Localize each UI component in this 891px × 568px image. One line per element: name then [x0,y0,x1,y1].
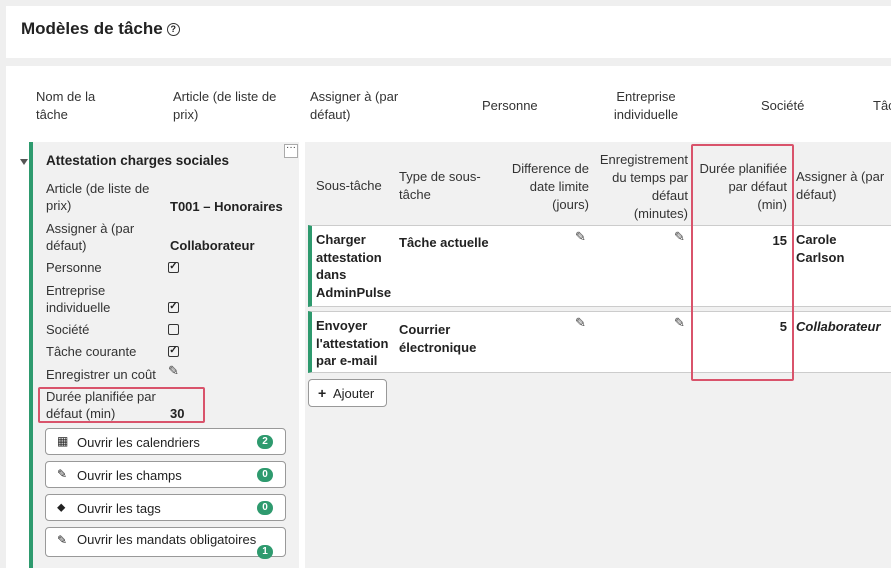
col-header-nom[interactable]: Nom de la tâche [36,88,116,124]
subtask-header-type: Type de sous-tâche [399,169,481,202]
courante-label: Tâche courante [46,344,137,359]
deadline-edit-pencil-icon[interactable]: ✎ [575,315,586,331]
col-header-tache[interactable]: Tâc [873,97,891,115]
fields-badge: 0 [257,468,273,482]
col-header-personne[interactable]: Personne [482,97,538,115]
courante-checkbox[interactable]: ✓ [168,346,179,357]
tags-icon: ⬥ [57,500,66,514]
subtask-assignee: Collaborateur [796,319,881,334]
subtask-header-assignee: Assigner à (par défaut) [796,169,885,202]
article-label: Article (de liste de prix) [46,181,150,213]
time-edit-pencil-icon[interactable]: ✎ [674,315,685,331]
col-header-assigner[interactable]: Assigner à (par défaut) [310,88,420,124]
col-header-entreprise[interactable]: Entreprise individuelle [600,88,692,124]
open-tags-button[interactable]: ⬥ Ouvrir les tags 0 [45,494,286,521]
article-value: T001 – Honoraires [170,199,283,214]
deadline-edit-pencil-icon[interactable]: ✎ [575,229,586,245]
assign-value: Collaborateur [170,238,255,253]
time-edit-pencil-icon[interactable]: ✎ [674,229,685,245]
open-fields-button[interactable]: ✎ Ouvrir les champs 0 [45,461,286,488]
task-template-title: Attestation charges sociales [46,153,230,168]
open-calendars-button[interactable]: ▦ Ouvrir les calendriers 2 [45,428,286,455]
subtask-header-name: Sous-tâche [316,178,382,193]
subtask-type: Tâche actuelle [399,235,489,250]
entreprise-label: Entreprise individuelle [46,283,111,315]
cout-label: Enregistrer un coût [46,367,156,382]
tags-badge: 0 [257,501,273,515]
title-bar: Modèles de tâche? [6,6,891,58]
societe-label: Société [46,322,90,337]
subtask-header-deadline: Difference de date limite (jours) [511,161,589,212]
mandates-badge: 1 [257,545,273,559]
add-subtask-button[interactable]: + Ajouter [308,379,387,407]
open-mandates-button[interactable]: ✎ Ouvrir les mandats obligatoires 1 [45,527,286,559]
col-header-societe[interactable]: Société [761,97,804,115]
calendars-badge: 2 [257,435,273,449]
card-menu-icon[interactable]: ··· [284,143,298,158]
help-icon[interactable]: ? [166,23,180,36]
duree-highlight-box [38,387,205,423]
subtask-name: Charger attestation dans AdminPulse [316,232,392,300]
cout-edit-pencil-icon[interactable]: ✎ [168,363,179,379]
edit-icon: ✎ [57,467,68,481]
page-title: Modèles de tâche? [21,19,180,39]
assign-label: Assigner à (par défaut) [46,221,135,253]
personne-checkbox[interactable]: ✓ [168,262,179,273]
edit-icon: ✎ [57,533,68,547]
entreprise-checkbox[interactable]: ✓ [168,302,179,313]
plus-icon: + [318,385,327,401]
subtask-name: Envoyer l'attestation par e-mail [316,318,389,368]
col-header-article[interactable]: Article (de liste de prix) [173,88,291,124]
societe-checkbox[interactable] [168,324,179,335]
collapse-arrow-icon[interactable] [20,159,28,165]
subtask-assignee: Carole Carlson [796,232,845,265]
calendar-icon: ▦ [57,434,69,448]
personne-label: Personne [46,260,102,275]
subtask-header-time: Enregistrement du temps par défaut (minu… [599,152,688,221]
duration-column-highlight-box [691,144,794,381]
subtask-type: Courrier électronique [399,322,477,355]
